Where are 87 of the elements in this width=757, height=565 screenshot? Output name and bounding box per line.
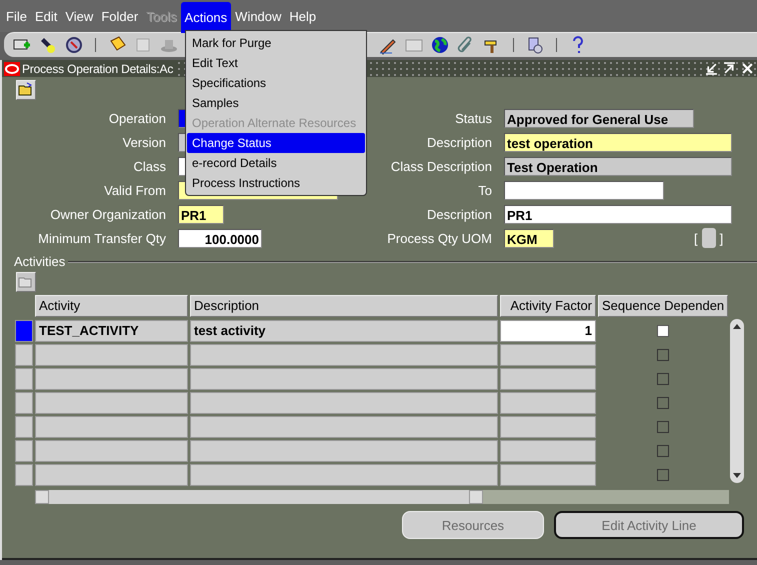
field-label: Operation (108, 110, 166, 126)
input-field[interactable]: Approved for General Use (504, 108, 694, 128)
table-cell[interactable] (35, 344, 188, 366)
checkbox[interactable] (657, 445, 669, 457)
field-label: Minimum Transfer Qty (37, 230, 166, 246)
menu-item[interactable]: Edit Text (187, 53, 365, 73)
column-header: Activity Factor (500, 295, 596, 317)
menu-item[interactable]: e-record Details (187, 153, 365, 173)
field-label: Class Description (390, 158, 492, 174)
minimize-icon[interactable] (705, 62, 718, 75)
table-cell[interactable] (190, 464, 498, 486)
input-field[interactable]: KGM (504, 228, 554, 248)
flexfield-button[interactable] (702, 228, 716, 248)
horizontal-scrollbar[interactable] (35, 490, 729, 504)
table-cell[interactable] (190, 416, 498, 438)
logo-icon (4, 62, 20, 76)
field-label: To (477, 182, 492, 198)
field-label: Description (426, 206, 492, 222)
menu-item[interactable]: Folder (97, 0, 142, 32)
row-selector[interactable] (15, 440, 33, 462)
input-field[interactable]: test operation (504, 132, 732, 152)
table-cell[interactable] (500, 464, 596, 486)
checkbox[interactable] (657, 325, 669, 337)
bracket: [ (694, 230, 698, 246)
row-selector[interactable] (15, 464, 33, 486)
row-selector[interactable] (15, 344, 33, 366)
table-cell[interactable] (190, 344, 498, 366)
input-field[interactable]: PR1 (178, 204, 224, 224)
input-field[interactable]: 100.0000 (178, 228, 262, 248)
section-title: Activities (13, 254, 66, 269)
table-cell[interactable] (500, 440, 596, 462)
table-cell[interactable] (35, 392, 188, 414)
table-cell[interactable] (500, 392, 596, 414)
table-cell[interactable]: test activity (190, 320, 498, 342)
field-label: Owner Organization (49, 206, 166, 222)
table-cell[interactable]: 1 (500, 320, 596, 342)
checkbox[interactable] (657, 469, 669, 481)
row-selector[interactable] (15, 416, 33, 438)
table-cell[interactable] (190, 368, 498, 390)
menu-item[interactable]: Process Instructions (187, 173, 365, 193)
checkbox[interactable] (657, 373, 669, 385)
field-label: Process Qty UOM (386, 230, 492, 246)
table-cell[interactable] (35, 440, 188, 462)
column-header: Activity (35, 295, 188, 317)
input-field[interactable] (504, 180, 664, 200)
column-header: Description (190, 295, 498, 317)
menu-item[interactable]: Actions (180, 2, 232, 33)
menu-item[interactable]: Change Status (187, 133, 365, 153)
menu-item[interactable]: Specifications (187, 73, 365, 93)
maximize-icon[interactable] (723, 62, 736, 75)
scroll-down-icon[interactable] (732, 472, 742, 480)
field-label: Version (122, 134, 166, 150)
compass-icon[interactable] (64, 35, 84, 55)
table-cell[interactable]: TEST_ACTIVITY (35, 320, 188, 342)
table-cell[interactable] (500, 344, 596, 366)
table-cell[interactable] (35, 416, 188, 438)
table-cell[interactable] (500, 416, 596, 438)
menu-item[interactable]: Samples (187, 93, 365, 113)
row-selector[interactable] (15, 320, 33, 342)
field-label: Class (132, 158, 166, 174)
checkbox[interactable] (657, 397, 669, 409)
input-field[interactable]: PR1 (504, 204, 732, 224)
menu-item[interactable]: View (61, 0, 98, 32)
row-selector[interactable] (15, 368, 33, 390)
column-header: Sequence Dependen (598, 295, 728, 317)
menu-item[interactable]: Help (285, 0, 320, 32)
menu-item[interactable]: Mark for Purge (187, 33, 365, 53)
table-cell[interactable] (35, 464, 188, 486)
table-cell[interactable] (35, 368, 188, 390)
field-label: Description (426, 134, 492, 150)
checkbox[interactable] (657, 349, 669, 361)
globe-icon[interactable] (430, 35, 450, 55)
row-selector[interactable] (15, 392, 33, 414)
input-field[interactable]: Test Operation (504, 156, 732, 176)
menu-item[interactable]: Window (231, 0, 286, 32)
bracket: ] (720, 230, 724, 246)
menu-item[interactable]: File (2, 0, 31, 32)
close-icon[interactable] (741, 62, 754, 75)
menu-item[interactable]: Edit (30, 0, 62, 32)
vertical-scrollbar[interactable] (730, 319, 744, 483)
open-folder-button[interactable] (16, 80, 36, 100)
checkbox[interactable] (657, 421, 669, 433)
scroll-up-icon[interactable] (732, 322, 742, 330)
field-label: Valid From (103, 182, 166, 198)
table-cell[interactable] (190, 440, 498, 462)
table-cell[interactable] (500, 368, 596, 390)
table-cell[interactable] (190, 392, 498, 414)
